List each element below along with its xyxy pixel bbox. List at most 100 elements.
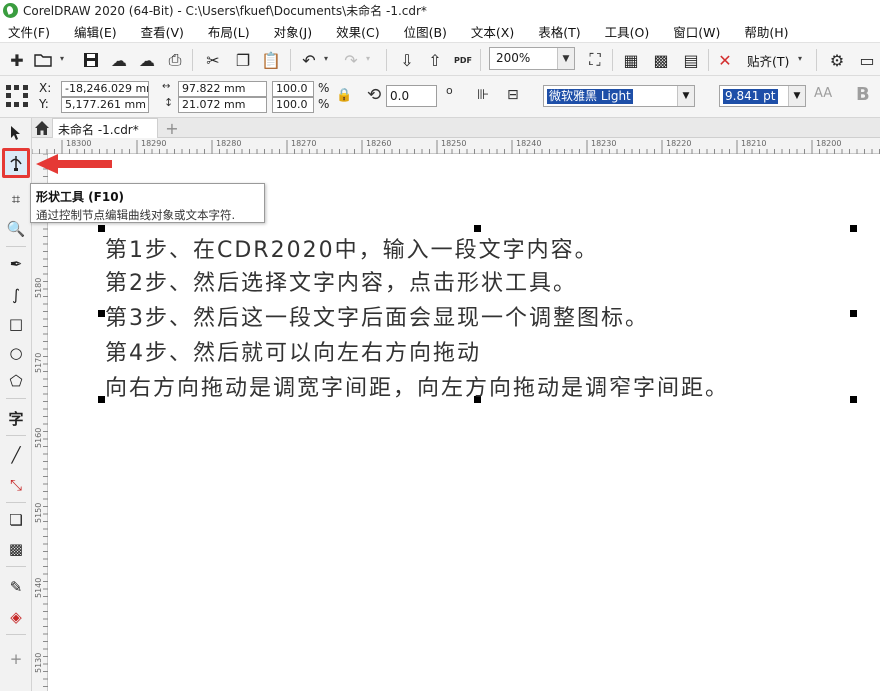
toolbox-separator — [6, 634, 26, 635]
snap-to-button[interactable]: 贴齐(T) — [747, 51, 789, 70]
height-field[interactable]: 21.072 mm — [178, 97, 267, 113]
lock-ratio-icon[interactable]: 🔒 — [336, 88, 352, 103]
width-field[interactable]: 97.822 mm — [178, 81, 267, 97]
object-origin-icon[interactable] — [5, 84, 29, 112]
font-size-dropdown-icon[interactable]: ▼ — [788, 86, 805, 106]
x-position-field[interactable]: -18,246.029 mm — [61, 81, 149, 97]
paste-icon[interactable]: 📋 — [260, 49, 282, 71]
y-position-field[interactable]: 5,177.261 mm — [61, 97, 149, 113]
canvas-text-line-1[interactable]: 第1步、在CDR2020中，输入一段文字内容。 — [105, 232, 599, 264]
eyedropper-tool-icon[interactable]: ✎ — [5, 576, 27, 598]
new-tab-icon[interactable]: + — [163, 119, 181, 138]
polygon-tool-icon[interactable]: ⬠ — [5, 370, 27, 392]
vertical-ruler[interactable]: 5180 5170 5160 5150 5140 5130 — [32, 154, 48, 691]
drop-shadow-tool-icon[interactable]: ❏ — [5, 509, 27, 531]
menu-file[interactable]: 文件(F) — [8, 22, 50, 41]
text-format-icon[interactable]: AA — [814, 86, 832, 101]
options-gear-icon[interactable]: ⚙ — [826, 49, 848, 71]
ruler-label: 18230 — [591, 139, 617, 148]
menu-help[interactable]: 帮助(H) — [744, 22, 788, 41]
zoom-tool-icon[interactable]: 🔍 — [5, 218, 27, 240]
menu-bitmaps[interactable]: 位图(B) — [404, 22, 447, 41]
height-icon: ↕ — [164, 96, 174, 109]
connector-tool-icon[interactable]: ⤡ — [5, 474, 27, 496]
menu-table[interactable]: 表格(T) — [538, 22, 580, 41]
open-folder-icon[interactable] — [32, 49, 54, 71]
undo-caret-icon[interactable]: ▾ — [324, 54, 332, 64]
selection-handle[interactable] — [98, 225, 105, 232]
rectangle-tool-icon[interactable]: □ — [5, 313, 27, 335]
font-size-value: 9.841 pt — [723, 89, 778, 104]
more-icon[interactable]: ▭ — [856, 49, 878, 71]
redo-icon[interactable]: ↷ — [340, 49, 362, 71]
show-grid-icon[interactable]: ▩ — [650, 49, 672, 71]
save-icon[interactable] — [80, 49, 102, 71]
selection-handle[interactable] — [98, 396, 105, 403]
text-tool-icon[interactable]: 字 — [5, 407, 27, 429]
toolbar-separator — [708, 49, 709, 71]
cut-icon[interactable]: ✂ — [202, 49, 224, 71]
snap-off-icon[interactable]: ✕ — [714, 49, 736, 71]
menu-layout[interactable]: 布局(L) — [208, 22, 250, 41]
cloud-download-icon[interactable]: ☁ — [136, 49, 158, 71]
menu-edit[interactable]: 编辑(E) — [74, 22, 117, 41]
selection-handle[interactable] — [474, 225, 481, 232]
scale-width-field[interactable]: 100.0 — [272, 81, 314, 97]
coreldraw-logo-icon — [3, 2, 18, 18]
rotation-angle-field[interactable]: 0.0 — [386, 85, 437, 107]
selection-handle[interactable] — [850, 225, 857, 232]
home-icon[interactable] — [34, 120, 50, 136]
menu-effects[interactable]: 效果(C) — [336, 22, 379, 41]
ellipse-tool-icon[interactable]: ○ — [5, 342, 27, 364]
document-tab[interactable]: 未命名 -1.cdr* — [52, 118, 158, 138]
zoom-dropdown-icon[interactable]: ▼ — [557, 48, 574, 69]
canvas-text-line-3[interactable]: 第3步、然后这一段文字后面会显现一个调整图标。 — [105, 300, 649, 332]
freehand-tool-icon[interactable]: ✒ — [5, 253, 27, 275]
show-guidelines-icon[interactable]: ▤ — [680, 49, 702, 71]
toolbar-separator — [290, 49, 291, 71]
mirror-vertical-icon[interactable]: ⊟ — [507, 87, 519, 103]
font-family-dropdown[interactable]: 微软雅黑 Light — [543, 85, 695, 107]
snap-caret-icon[interactable]: ▾ — [798, 54, 806, 64]
publish-pdf-icon[interactable]: PDF — [452, 49, 474, 71]
undo-icon[interactable]: ↶ — [298, 49, 320, 71]
bold-icon[interactable]: B — [856, 84, 870, 105]
redo-caret-icon[interactable]: ▾ — [366, 54, 374, 64]
mirror-horizontal-icon[interactable]: ⊪ — [477, 87, 489, 103]
canvas-text-line-2[interactable]: 第2步、然后选择文字内容，点击形状工具。 — [105, 265, 577, 297]
shape-tool-icon[interactable] — [2, 148, 30, 178]
selection-handle[interactable] — [850, 310, 857, 317]
crop-tool-icon[interactable]: ⌗ — [5, 188, 27, 210]
canvas-text-line-4[interactable]: 第4步、然后就可以向左右方向拖动 — [105, 335, 481, 367]
artistic-media-icon[interactable]: ∫ — [5, 284, 27, 306]
full-screen-icon[interactable]: ⛶ — [584, 49, 606, 71]
selection-handle[interactable] — [98, 310, 105, 317]
menu-text[interactable]: 文本(X) — [471, 22, 514, 41]
pick-tool-icon[interactable] — [5, 122, 27, 144]
percent-label-h: % — [318, 97, 330, 111]
interactive-fill-icon[interactable]: ◈ — [5, 606, 27, 628]
import-icon[interactable]: ⇩ — [396, 49, 418, 71]
ruler-label: 5180 — [34, 277, 43, 298]
export-icon[interactable]: ⇧ — [424, 49, 446, 71]
horizontal-ruler[interactable]: 18300 18290 18280 18270 18260 18250 1824… — [32, 138, 880, 154]
font-family-dropdown-icon[interactable]: ▼ — [677, 86, 694, 106]
menu-tools[interactable]: 工具(O) — [605, 22, 650, 41]
open-caret-icon[interactable]: ▾ — [60, 54, 68, 64]
add-tool-icon[interactable]: + — [5, 648, 27, 670]
font-family-value: 微软雅黑 Light — [547, 89, 633, 104]
selection-handle[interactable] — [850, 396, 857, 403]
menu-window[interactable]: 窗口(W) — [673, 22, 720, 41]
ruler-label: 5160 — [34, 427, 43, 448]
print-icon[interactable]: ⎙ — [164, 49, 186, 71]
show-rulers-icon[interactable]: ▦ — [620, 49, 642, 71]
scale-height-field[interactable]: 100.0 — [272, 97, 314, 113]
new-document-icon[interactable]: ✚ — [6, 49, 28, 71]
cloud-upload-icon[interactable]: ☁ — [108, 49, 130, 71]
copy-icon[interactable]: ❐ — [232, 49, 254, 71]
dimension-tool-icon[interactable]: ╱ — [5, 444, 27, 466]
canvas-text-line-5[interactable]: 向右方向拖动是调宽字间距，向左方向拖动是调窄字间距。 — [105, 370, 729, 402]
transparency-tool-icon[interactable]: ▩ — [5, 538, 27, 560]
menu-object[interactable]: 对象(J) — [274, 22, 312, 41]
menu-view[interactable]: 查看(V) — [141, 22, 184, 41]
